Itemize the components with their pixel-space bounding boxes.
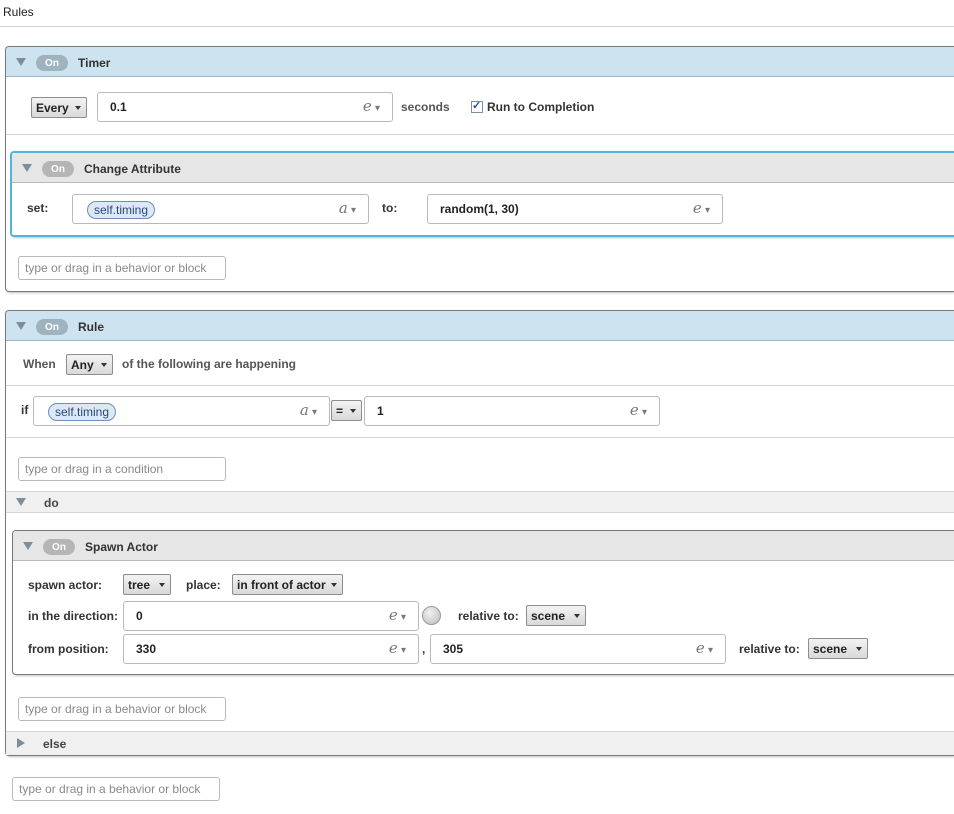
rule-block: On Rule When Any of the following are ha… — [5, 310, 954, 756]
direction-dial-icon[interactable] — [422, 606, 441, 625]
run-to-completion-checkbox[interactable] — [471, 99, 483, 113]
timer-unit-label: seconds — [401, 100, 450, 114]
attribute-token[interactable]: self.timing — [48, 403, 117, 421]
root-behavior-dropzone[interactable]: type or drag in a behavior or block — [12, 777, 220, 801]
expression-editor-icon[interactable]: e — [696, 639, 713, 657]
rules-header: Rules — [0, 0, 954, 27]
condition-value: 1 — [377, 404, 384, 418]
do-label: do — [44, 496, 59, 510]
attribute-browser-icon[interactable]: a — [339, 199, 356, 217]
expression-editor-icon[interactable]: e — [389, 606, 406, 624]
timer-interval-field[interactable]: 0.1 e — [97, 92, 393, 122]
value-expression: random(1, 30) — [440, 202, 519, 216]
change-attribute-on-toggle[interactable]: On — [42, 161, 74, 177]
if-label: if — [21, 403, 29, 417]
collapse-triangle-icon[interactable] — [16, 322, 26, 330]
position-relative-dropdown[interactable]: scene — [808, 638, 868, 659]
timer-mode-dropdown[interactable]: Every — [31, 97, 87, 118]
position-label: from position: — [28, 642, 109, 656]
when-label: When — [23, 357, 56, 371]
spawn-actor-header[interactable]: On Spawn Actor — [13, 531, 954, 561]
do-section-header[interactable]: do — [6, 491, 954, 513]
divider — [6, 134, 954, 135]
relative-to-label: relative to: — [458, 609, 519, 623]
else-label: else — [43, 737, 67, 751]
rule-header[interactable]: On Rule — [6, 311, 954, 341]
spawn-actor-on-toggle[interactable]: On — [43, 539, 75, 555]
spawn-actor-label: spawn actor: — [28, 578, 103, 592]
actor-dropdown[interactable]: tree — [123, 574, 171, 595]
condition-dropzone[interactable]: type or drag in a condition — [18, 457, 226, 481]
place-dropdown[interactable]: in front of actor — [232, 574, 343, 595]
attribute-token[interactable]: self.timing — [87, 201, 156, 219]
attribute-field[interactable]: self.timing a — [72, 194, 369, 224]
operator-dropdown[interactable]: = — [331, 400, 362, 421]
change-attribute-header[interactable]: On Change Attribute — [12, 153, 954, 183]
divider — [6, 385, 954, 386]
relative-to-label: relative to: — [739, 642, 800, 656]
position-x-value: 330 — [136, 642, 157, 656]
collapse-triangle-icon[interactable] — [22, 164, 32, 172]
place-label: place: — [186, 578, 221, 592]
collapse-triangle-icon[interactable] — [16, 498, 26, 506]
condition-value-field[interactable]: 1 e — [364, 396, 660, 426]
match-dropdown[interactable]: Any — [66, 354, 113, 375]
direction-value: 0 — [136, 609, 143, 623]
expression-editor-icon[interactable]: e — [389, 639, 406, 657]
condition-attribute-field[interactable]: self.timing a — [33, 396, 330, 426]
timer-on-toggle[interactable]: On — [36, 55, 68, 71]
do-behavior-dropzone[interactable]: type or drag in a behavior or block — [18, 697, 226, 721]
attribute-browser-icon[interactable]: a — [300, 401, 317, 419]
timer-behavior-dropzone[interactable]: type or drag in a behavior or block — [18, 256, 226, 280]
collapse-triangle-icon[interactable] — [16, 58, 26, 66]
rule-on-toggle[interactable]: On — [36, 319, 68, 335]
timer-header[interactable]: On Timer — [6, 47, 954, 77]
else-section-header[interactable]: else — [6, 731, 954, 755]
timer-block: On Timer Every 0.1 e seconds Run to Comp… — [5, 46, 954, 292]
spawn-actor-block: On Spawn Actor spawn actor: tree place: … — [12, 530, 954, 675]
direction-relative-dropdown[interactable]: scene — [526, 605, 586, 626]
page-title: Rules — [3, 5, 34, 19]
timer-title: Timer — [78, 56, 111, 70]
position-x-field[interactable]: 330 e — [123, 634, 419, 664]
change-attribute-title: Change Attribute — [84, 162, 181, 176]
expression-editor-icon[interactable]: e — [630, 401, 647, 419]
timer-interval-value: 0.1 — [110, 100, 127, 114]
following-label: of the following are happening — [122, 357, 296, 371]
set-label: set: — [27, 201, 49, 215]
change-attribute-block: On Change Attribute set: self.timing a t… — [10, 151, 954, 237]
collapse-triangle-icon[interactable] — [23, 542, 33, 550]
to-label: to: — [382, 201, 398, 215]
divider — [6, 437, 954, 438]
run-to-completion-label: Run to Completion — [487, 100, 595, 114]
expression-editor-icon[interactable]: e — [693, 199, 710, 217]
direction-field[interactable]: 0 e — [123, 601, 419, 631]
expand-triangle-icon[interactable] — [17, 738, 25, 748]
direction-label: in the direction: — [28, 609, 118, 623]
position-y-field[interactable]: 305 e — [430, 634, 726, 664]
expression-editor-icon[interactable]: e — [363, 97, 380, 115]
position-comma: , — [422, 642, 426, 656]
spawn-actor-title: Spawn Actor — [85, 540, 158, 554]
position-y-value: 305 — [443, 642, 464, 656]
rule-title: Rule — [78, 320, 105, 334]
value-field[interactable]: random(1, 30) e — [427, 194, 723, 224]
